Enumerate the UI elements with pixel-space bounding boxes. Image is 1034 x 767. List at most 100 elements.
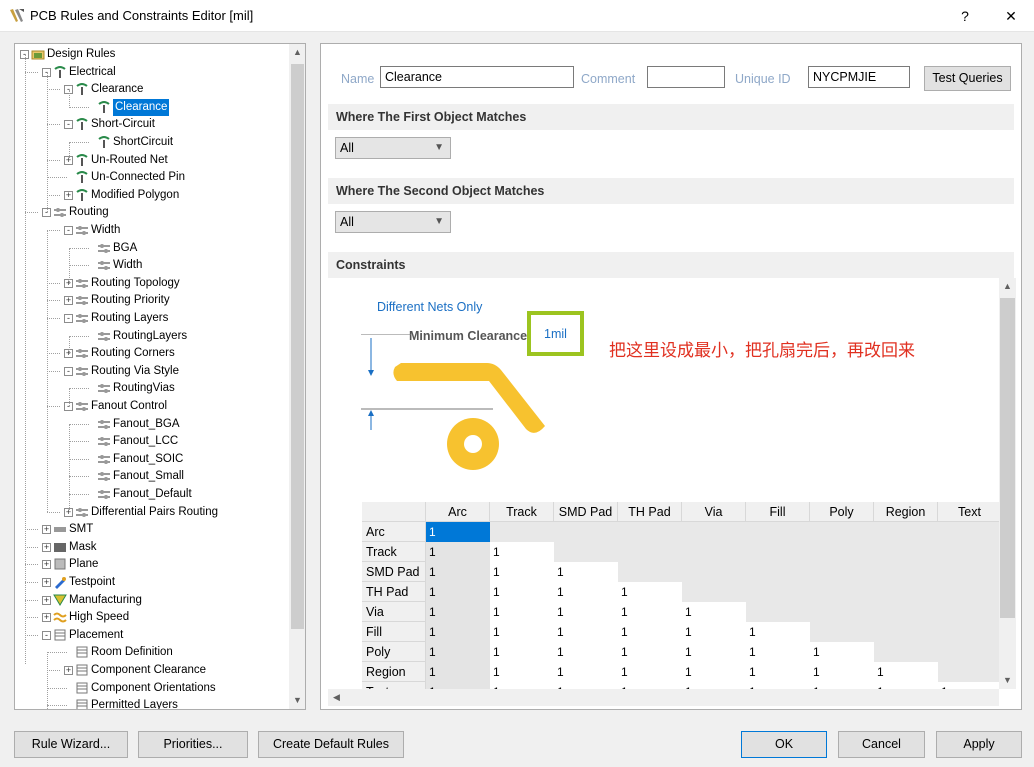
tree-item[interactable]: Fanout_SOIC: [15, 451, 287, 468]
scroll-up-icon[interactable]: ▲: [999, 278, 1016, 295]
matrix-cell[interactable]: 1: [810, 662, 874, 682]
tree-item[interactable]: - Fanout Control: [15, 398, 287, 415]
tree-item[interactable]: Permitted Layers: [15, 697, 287, 709]
collapse-icon[interactable]: -: [64, 120, 73, 130]
create-default-rules-button[interactable]: Create Default Rules: [258, 731, 404, 758]
matrix-cell[interactable]: 1: [426, 522, 490, 542]
tree-item[interactable]: Fanout_BGA: [15, 416, 287, 433]
tree-item[interactable]: Component Orientations: [15, 680, 287, 697]
matrix-cell[interactable]: 1: [490, 542, 554, 562]
matrix-cell[interactable]: 1: [618, 602, 682, 622]
matrix-cell[interactable]: 1: [746, 622, 810, 642]
tree-item[interactable]: + Routing Priority: [15, 292, 287, 309]
matrix-cell[interactable]: 1: [490, 562, 554, 582]
scroll-down-icon[interactable]: ▼: [289, 692, 305, 709]
name-field[interactable]: Clearance: [380, 66, 574, 88]
matrix-cell[interactable]: 1: [426, 542, 490, 562]
matrix-cell[interactable]: 1: [682, 622, 746, 642]
matrix-cell[interactable]: 1: [618, 642, 682, 662]
tree-item[interactable]: - Clearance: [15, 81, 287, 98]
scroll-up-icon[interactable]: ▲: [289, 44, 305, 61]
matrix-cell[interactable]: 1: [554, 602, 618, 622]
matrix-cell[interactable]: 1: [618, 662, 682, 682]
rules-tree[interactable]: - Design Rules - Electrical - Clearance Cleara…: [14, 43, 306, 710]
tree-item[interactable]: Un-Connected Pin: [15, 169, 287, 186]
tree-item[interactable]: RoutingLayers: [15, 328, 287, 345]
matrix-cell[interactable]: 1: [426, 662, 490, 682]
tree-item[interactable]: + Modified Polygon: [15, 187, 287, 204]
tree-item[interactable]: + Differential Pairs Routing: [15, 504, 287, 521]
tree-item[interactable]: + SMT: [15, 521, 287, 538]
tree-item[interactable]: - Routing Via Style: [15, 363, 287, 380]
priorities-button[interactable]: Priorities...: [138, 731, 248, 758]
matrix-cell[interactable]: 1: [490, 622, 554, 642]
matrix-cell[interactable]: 1: [682, 662, 746, 682]
tree-item[interactable]: + Manufacturing: [15, 592, 287, 609]
matrix-cell[interactable]: 1: [554, 622, 618, 642]
apply-button[interactable]: Apply: [936, 731, 1022, 758]
expand-icon[interactable]: +: [42, 525, 51, 535]
tree-item[interactable]: Clearance: [15, 98, 287, 116]
matrix-cell[interactable]: 1: [490, 602, 554, 622]
matrix-cell[interactable]: 1: [426, 602, 490, 622]
collapse-icon[interactable]: -: [64, 366, 73, 376]
expand-icon[interactable]: +: [42, 595, 51, 605]
tree-item[interactable]: - Routing: [15, 204, 287, 221]
matrix-cell[interactable]: 1: [554, 642, 618, 662]
tree-item[interactable]: + Routing Topology: [15, 275, 287, 292]
comment-field[interactable]: [647, 66, 725, 88]
expand-icon[interactable]: +: [42, 542, 51, 552]
scroll-down-icon[interactable]: ▼: [999, 672, 1016, 689]
tree-item[interactable]: - Placement: [15, 627, 287, 644]
matrix-cell[interactable]: 1: [426, 582, 490, 602]
tree-item[interactable]: - Routing Layers: [15, 310, 287, 327]
tree-item[interactable]: + Un-Routed Net: [15, 152, 287, 169]
matrix-cell[interactable]: 1: [426, 562, 490, 582]
tree-item[interactable]: - Electrical: [15, 64, 287, 81]
matrix-cell[interactable]: 1: [490, 582, 554, 602]
tree-item[interactable]: Fanout_Small: [15, 468, 287, 485]
expand-icon[interactable]: +: [42, 560, 51, 570]
unique-id-field[interactable]: NYCPMJIE: [808, 66, 910, 88]
first-match-combo[interactable]: All ▼: [335, 137, 451, 159]
tree-item[interactable]: + Component Clearance: [15, 662, 287, 679]
tree-item[interactable]: - Short-Circuit: [15, 116, 287, 133]
tree-item[interactable]: ShortCircuit: [15, 134, 287, 151]
expand-icon[interactable]: +: [64, 666, 73, 675]
matrix-cell[interactable]: 1: [746, 642, 810, 662]
expand-icon[interactable]: +: [64, 296, 73, 306]
constraints-hscrollbar[interactable]: ◀: [328, 689, 999, 706]
scroll-left-icon[interactable]: ◀: [328, 689, 345, 706]
matrix-cell[interactable]: 1: [426, 622, 490, 642]
constraints-vscrollbar[interactable]: ▲ ▼: [999, 278, 1016, 689]
cancel-button[interactable]: Cancel: [838, 731, 925, 758]
tree-item[interactable]: + High Speed: [15, 609, 287, 626]
ok-button[interactable]: OK: [741, 731, 827, 758]
constraints-scroll-thumb[interactable]: [1000, 298, 1015, 618]
tree-item[interactable]: - Width: [15, 222, 287, 239]
matrix-cell[interactable]: 1: [554, 662, 618, 682]
tree-item[interactable]: + Mask: [15, 539, 287, 556]
matrix-cell[interactable]: 1: [426, 642, 490, 662]
matrix-cell[interactable]: 1: [810, 642, 874, 662]
tree-item[interactable]: + Testpoint: [15, 574, 287, 591]
tree-item[interactable]: Width: [15, 257, 287, 274]
tree-item[interactable]: Room Definition: [15, 644, 287, 661]
matrix-cell[interactable]: 1: [490, 662, 554, 682]
matrix-cell[interactable]: 1: [554, 562, 618, 582]
close-button[interactable]: ✕: [988, 0, 1034, 32]
matrix-cell[interactable]: 1: [618, 622, 682, 642]
rule-wizard-button[interactable]: Rule Wizard...: [14, 731, 128, 758]
matrix-cell[interactable]: 1: [554, 582, 618, 602]
collapse-icon[interactable]: -: [64, 226, 73, 235]
collapse-icon[interactable]: -: [42, 630, 51, 640]
test-queries-button[interactable]: Test Queries: [924, 66, 1011, 91]
tree-item[interactable]: Fanout_Default: [15, 486, 287, 503]
tree-scroll-thumb[interactable]: [291, 64, 304, 629]
tree-item[interactable]: RoutingVias: [15, 380, 287, 397]
matrix-cell[interactable]: 1: [746, 662, 810, 682]
tree-item[interactable]: + Plane: [15, 556, 287, 573]
matrix-cell[interactable]: 1: [618, 582, 682, 602]
matrix-cell[interactable]: 1: [682, 602, 746, 622]
collapse-icon[interactable]: -: [64, 314, 73, 323]
